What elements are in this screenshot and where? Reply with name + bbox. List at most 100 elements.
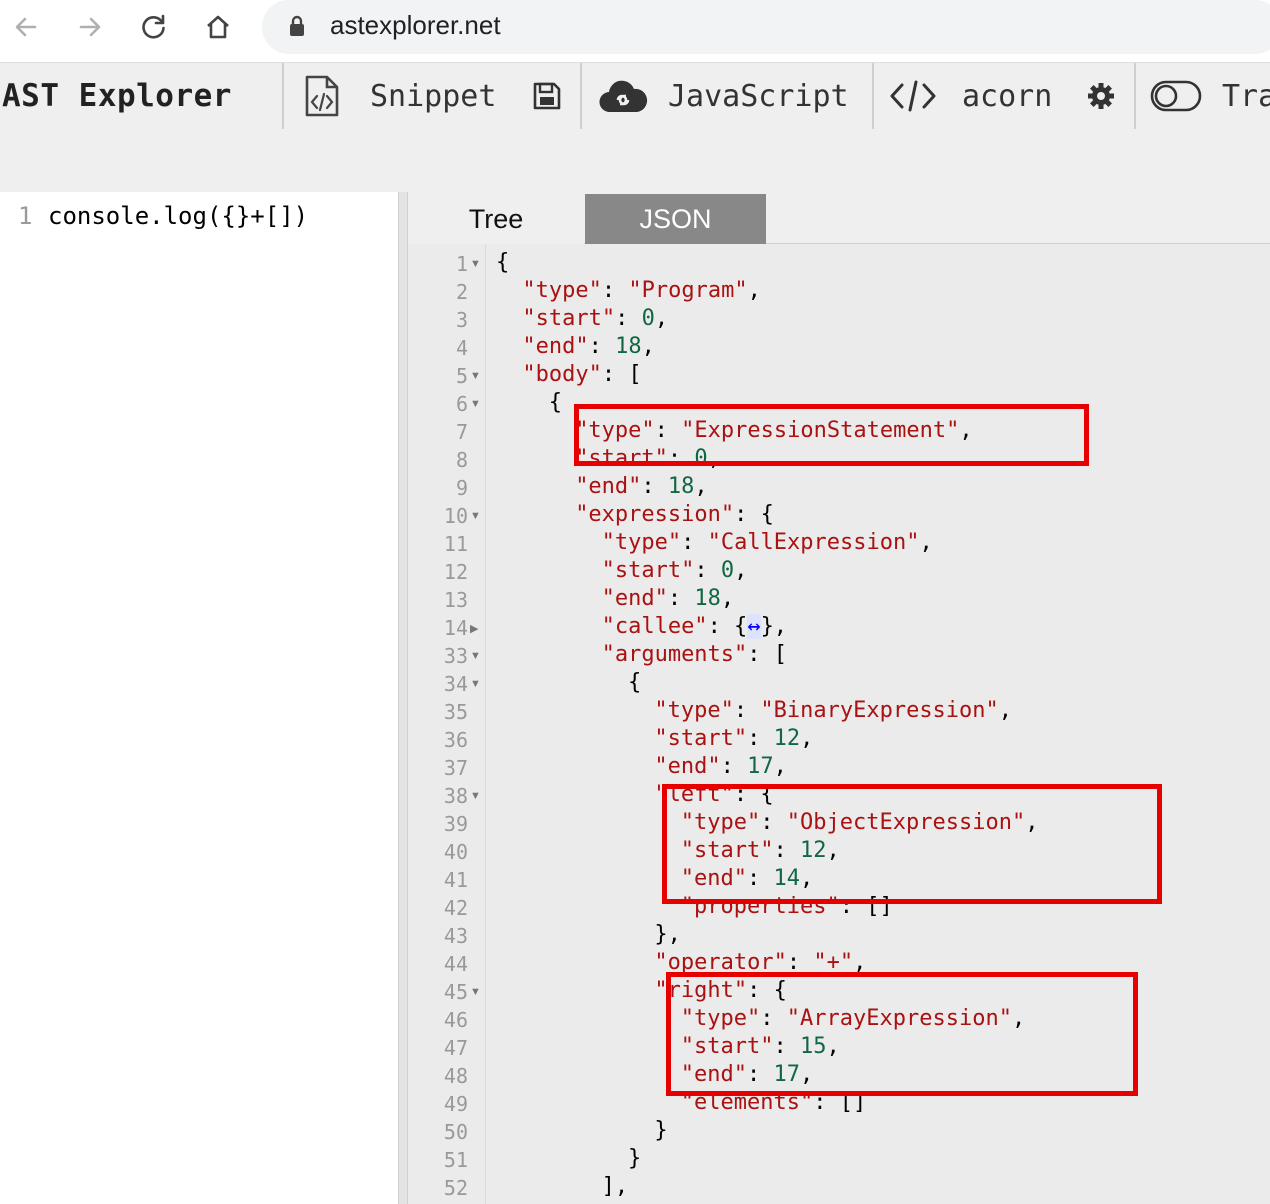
gutter-line-number: 8 [455,448,468,472]
fold-open-icon[interactable]: ▼ [470,678,481,690]
parser-menu[interactable]: acorn [890,63,1052,129]
json-token: , [747,278,761,303]
json-code-line[interactable]: "body": [ [522,362,641,387]
json-token: "body" [522,362,602,387]
gutter-line-number: 37 [443,756,468,780]
editor-line-number: 1 [18,202,33,230]
gutter-line-number: 48 [443,1064,468,1088]
json-code-line[interactable]: } [654,1118,667,1143]
fold-open-icon[interactable]: ▼ [470,510,481,522]
gutter-line-number: 42 [443,896,468,920]
cloud-link-icon [599,80,648,113]
highlight-box-left-object [662,784,1162,904]
transform-label: Tra [1222,78,1270,114]
forward-button[interactable] [70,8,110,46]
gutter-line-number: 50 [443,1120,468,1144]
json-code-line[interactable]: "expression": { [575,502,774,527]
editor-code-line[interactable]: console.log({}+[]) [48,202,308,230]
snippet-menu[interactable]: Snippet [302,63,496,129]
gutter-line-number: 1 [455,252,468,276]
json-code-line[interactable]: "callee": {↔}, [602,614,787,639]
language-menu[interactable]: JavaScript [598,63,849,129]
json-token: "type" [522,278,602,303]
save-button[interactable] [532,63,562,129]
gutter-line-number: 5 [455,364,468,388]
json-code-line[interactable]: "end": 17, [654,754,786,779]
json-token: 18 [615,334,642,359]
expand-ellipsis[interactable]: ↔ [747,614,761,639]
fold-open-icon[interactable]: ▼ [470,398,481,410]
home-button[interactable] [198,8,238,46]
url-text[interactable]: astexplorer.net [330,10,501,41]
gutter-line-number: 9 [455,476,468,500]
json-code-line[interactable]: "end": 18, [575,474,707,499]
json-token: "start" [654,726,748,751]
fold-closed-icon[interactable]: ▶ [470,622,478,635]
json-token: , [694,474,708,499]
json-token: { [628,670,642,695]
tab-json[interactable]: JSON [585,194,766,244]
parser-settings-button[interactable] [1086,63,1116,129]
gutter-line-number: 44 [443,952,468,976]
gutter-line-number: 14 [443,616,468,640]
json-token: "arguments" [601,642,748,667]
json-token: 18 [694,586,721,611]
json-code-line[interactable]: { [549,390,562,415]
browser-toolbar: astexplorer.net [0,0,1270,54]
json-code-line[interactable]: "type": "BinaryExpression", [654,698,1012,723]
json-token: "end" [575,474,642,499]
source-editor[interactable]: 1 console.log({}+[]) [0,192,398,1204]
gutter-line-number: 13 [443,588,468,612]
json-token: , [919,530,933,555]
json-token: { [496,250,510,275]
json-token: "start" [601,558,695,583]
gutter-line-number: 52 [443,1176,468,1200]
gutter-line-number: 6 [455,392,468,416]
json-token: "start" [522,306,616,331]
fold-open-icon[interactable]: ▼ [470,986,481,998]
transform-toggle[interactable]: Tra [1150,63,1270,129]
gutter-line-number: 49 [443,1092,468,1116]
tab-tree[interactable]: Tree [408,194,584,244]
app-toolbar: AST Explorer Snippet JavaScript acorn Tr… [0,62,1270,192]
toolbar-divider [580,63,582,129]
json-code-line[interactable]: "start": 0, [522,306,668,331]
json-token: 18 [667,474,695,499]
fold-open-icon[interactable]: ▼ [470,790,481,802]
json-code-line[interactable]: "start": 0, [602,558,748,583]
json-code-line[interactable]: "start": 12, [654,726,813,751]
json-code-line[interactable]: "arguments": [ [602,642,787,667]
highlight-box-expression-statement [574,404,1089,466]
json-code-line[interactable]: "end": 18, [602,586,734,611]
json-code-line[interactable]: ], [602,1174,629,1199]
fold-open-icon[interactable]: ▼ [470,370,481,382]
fold-open-icon[interactable]: ▼ [470,650,481,662]
json-token: : [641,474,668,499]
json-token: : [601,278,629,303]
gutter-line-number: 33 [443,644,468,668]
json-token: { [548,390,563,415]
pane-splitter[interactable] [398,192,408,1204]
reload-button[interactable] [134,8,174,46]
toolbar-divider [282,63,284,129]
json-token: : [694,558,721,583]
gutter-line-number: 4 [455,336,468,360]
gutter-line-number: 36 [443,728,468,752]
json-token: : { [707,614,748,639]
code-brackets-icon [890,80,936,112]
json-code-line[interactable]: "end": 18, [522,334,654,359]
json-code-line[interactable]: { [496,250,509,275]
gutter-line-number: 40 [443,840,468,864]
fold-open-icon[interactable]: ▼ [470,258,481,270]
app-title: AST Explorer [2,78,232,114]
json-token: 17 [747,754,774,779]
json-code-line[interactable]: "type": "CallExpression", [602,530,933,555]
json-code-line[interactable]: } [628,1146,641,1171]
back-button[interactable] [6,8,46,46]
gutter-line-number: 7 [455,420,468,444]
json-token: : [747,726,774,751]
json-code-line[interactable]: { [628,670,641,695]
json-code-line[interactable]: }, [654,922,681,947]
json-code-line[interactable]: "type": "Program", [522,278,760,303]
json-token: 12 [773,726,801,751]
